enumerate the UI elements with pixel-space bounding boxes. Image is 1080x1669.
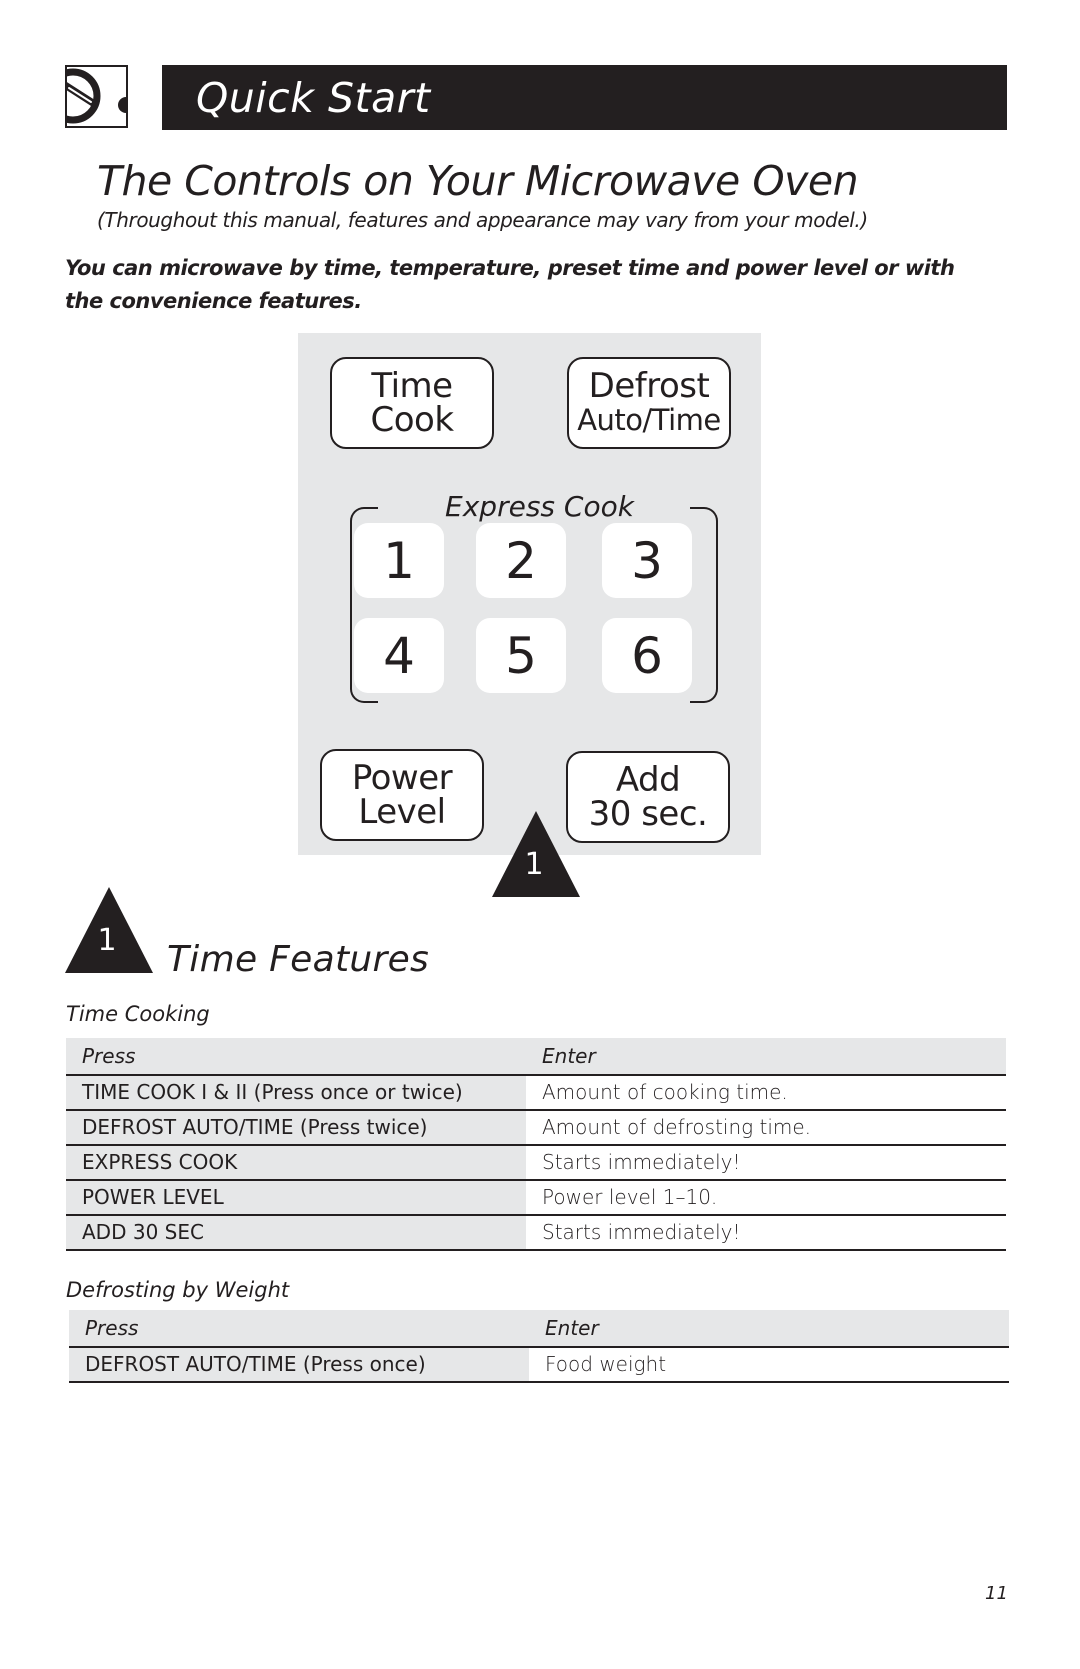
section-title: Time Features — [167, 939, 430, 980]
section-marker-number: 1 — [97, 923, 117, 958]
express-key-2: 2 — [476, 523, 566, 598]
table-row: ADD 30 SEC Starts immediately! — [66, 1215, 1006, 1251]
add-30-line1: Add — [615, 760, 681, 800]
press-cell: DEFROST AUTO/TIME (Press once) — [69, 1347, 529, 1383]
enter-cell: Amount of defrosting time. — [526, 1110, 1006, 1146]
express-key-1: 1 — [354, 523, 444, 598]
time-cook-line1: Time — [371, 366, 453, 406]
enter-cell: Starts immediately! — [526, 1145, 1006, 1181]
press-cell: POWER LEVEL — [66, 1180, 526, 1216]
page-subtitle: (Throughout this manual, features and ap… — [97, 208, 868, 232]
time-cooking-label: Time Cooking — [66, 1002, 210, 1026]
defrost-auto-time-button: Defrost Auto/Time — [567, 357, 731, 449]
defrosting-by-weight-table: Press Enter DEFROST AUTO/TIME (Press onc… — [69, 1310, 1009, 1383]
time-cooking-table: Press Enter TIME COOK I & II (Press once… — [66, 1038, 1006, 1251]
table-row: TIME COOK I & II (Press once or twice) A… — [66, 1075, 1006, 1111]
page-title: The Controls on Your Microwave Oven — [97, 157, 859, 205]
microwave-dial-icon-graphic — [67, 68, 126, 124]
time-cook-button: Time Cook — [330, 357, 494, 449]
express-key-3: 3 — [602, 523, 692, 598]
column-header-enter: Enter — [526, 1038, 1006, 1076]
table-row: DEFROST AUTO/TIME (Press once) Food weig… — [69, 1347, 1009, 1383]
table-row: POWER LEVEL Power level 1–10. — [66, 1180, 1006, 1216]
column-header-press: Press — [66, 1038, 526, 1076]
header-title: Quick Start — [196, 74, 431, 122]
express-key-4: 4 — [354, 618, 444, 693]
power-level-line2: Level — [358, 792, 446, 832]
table-header-row: Press Enter — [66, 1038, 1006, 1076]
power-level-line1: Power — [351, 758, 453, 798]
defrost-line2: Auto/Time — [577, 403, 721, 437]
press-cell: ADD 30 SEC — [66, 1215, 526, 1251]
page-number: 11 — [985, 1583, 1008, 1604]
press-cell: TIME COOK I & II (Press once or twice) — [66, 1075, 526, 1111]
table-header-row: Press Enter — [69, 1310, 1009, 1348]
column-header-enter: Enter — [529, 1310, 1009, 1348]
express-key-6: 6 — [602, 618, 692, 693]
press-cell: DEFROST AUTO/TIME (Press twice) — [66, 1110, 526, 1146]
control-panel-illustration: Time Cook Defrost Auto/Time Express Cook… — [298, 333, 761, 855]
enter-cell: Amount of cooking time. — [526, 1075, 1006, 1111]
microwave-dial-icon — [65, 65, 128, 128]
power-level-button: Power Level — [320, 749, 484, 841]
callout-marker-number: 1 — [524, 847, 544, 882]
enter-cell: Food weight — [529, 1347, 1009, 1383]
enter-cell: Power level 1–10. — [526, 1180, 1006, 1216]
add-30-sec-button: Add 30 sec. — [566, 751, 730, 843]
time-cook-line2: Cook — [370, 400, 454, 440]
intro-text: You can microwave by time, temperature, … — [65, 256, 955, 313]
express-cook-bracket-right — [690, 507, 718, 703]
enter-cell: Starts immediately! — [526, 1215, 1006, 1251]
table-row: EXPRESS COOK Starts immediately! — [66, 1145, 1006, 1181]
press-cell: EXPRESS COOK — [66, 1145, 526, 1181]
defrosting-by-weight-label: Defrosting by Weight — [66, 1278, 290, 1302]
add-30-line2: 30 sec. — [588, 794, 708, 834]
express-key-5: 5 — [476, 618, 566, 693]
defrost-line1: Defrost — [588, 366, 710, 406]
table-row: DEFROST AUTO/TIME (Press twice) Amount o… — [66, 1110, 1006, 1146]
column-header-press: Press — [69, 1310, 529, 1348]
